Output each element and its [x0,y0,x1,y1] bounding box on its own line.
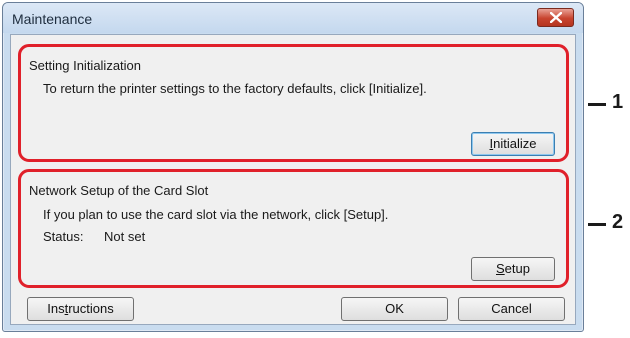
status-label: Status: [43,229,84,244]
dialog-title: Maintenance [12,11,93,27]
callout-line-2 [588,223,606,226]
network-description: If you plan to use the card slot via the… [43,207,389,222]
setup-button[interactable]: Setup [471,257,555,281]
close-button[interactable] [537,8,574,27]
callout-number-1: 1 [612,91,624,113]
instructions-label-prefix: Ins [47,301,65,316]
initialize-button[interactable]: Initialize [471,132,555,156]
section-title-network: Network Setup of the Card Slot [29,183,209,198]
instructions-label-rest: ructions [68,301,114,316]
callout-number-2: 2 [612,211,624,233]
instructions-button[interactable]: Instructions [27,297,134,321]
initialize-label-rest: nitialize [493,136,537,151]
ok-button[interactable]: OK [341,297,448,321]
status-value: Not set [104,229,146,244]
network-setup-section: Network Setup of the Card Slot If you pl… [18,169,569,288]
initialization-description: To return the printer settings to the fa… [43,81,427,96]
section-title-initialization: Setting Initialization [29,58,142,73]
dialog-body: Setting Initialization To return the pri… [10,34,576,325]
setting-initialization-section: Setting Initialization To return the pri… [18,44,569,162]
setup-label-rest: etup [504,261,530,276]
callout-line-1 [588,103,606,106]
setup-accel-key: S [496,261,505,276]
title-bar[interactable]: Maintenance [3,3,583,33]
close-icon [550,12,562,23]
maintenance-dialog: Maintenance Setting Initialization To re… [2,2,584,332]
cancel-button[interactable]: Cancel [458,297,565,321]
